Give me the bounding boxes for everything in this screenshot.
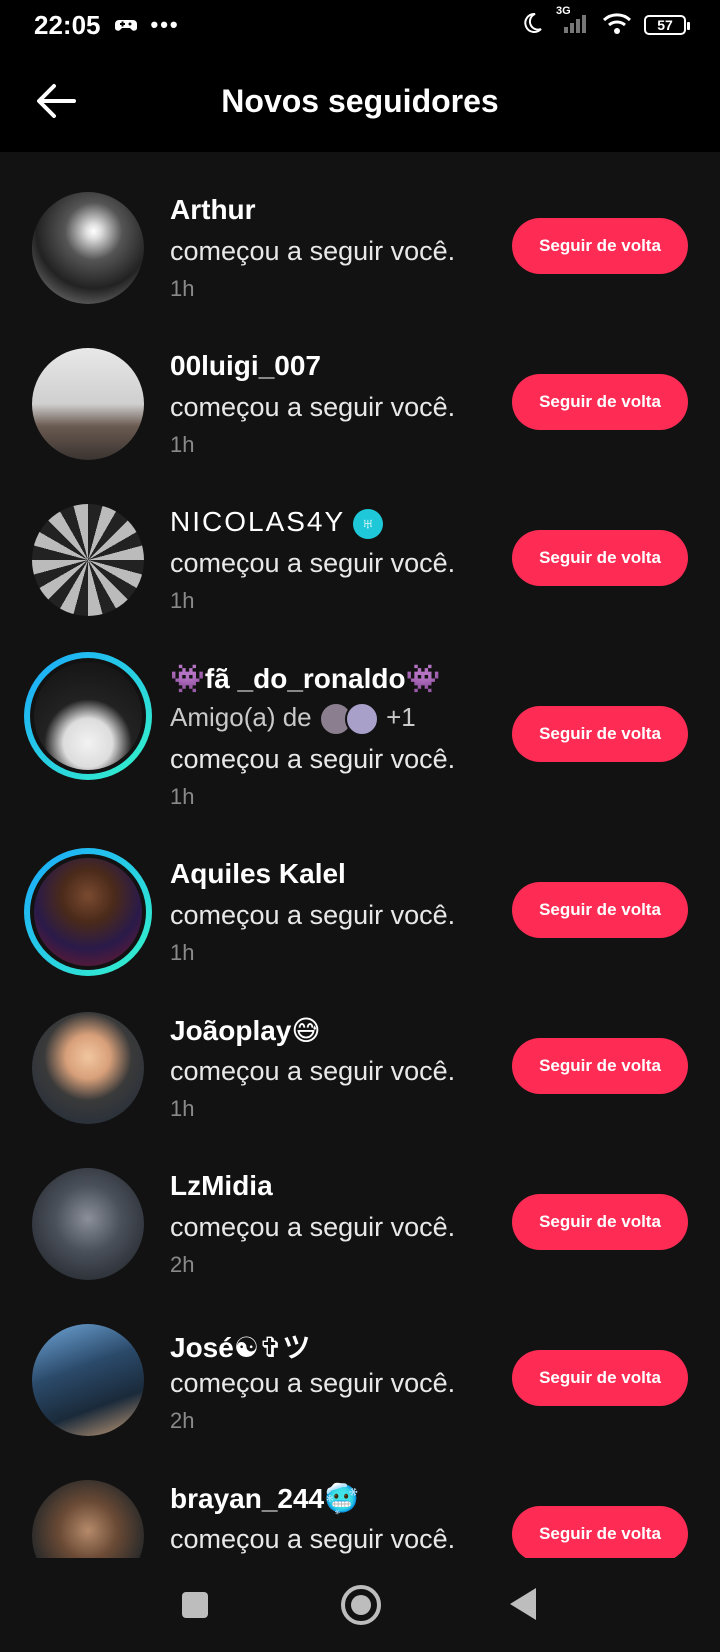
list-item[interactable]: 00luigi_007 começou a seguir você. 1h Se… xyxy=(0,308,720,464)
follow-back-button[interactable]: Seguir de volta xyxy=(512,1194,688,1250)
follow-action-text: começou a seguir você. xyxy=(170,392,456,422)
username[interactable]: NICOLAS4Y ♅ xyxy=(170,506,383,539)
list-item[interactable]: Joãoplay😅 começou a seguir você. 1h Segu… xyxy=(0,972,720,1128)
list-item[interactable]: Arthur começou a seguir você. 1h Seguir … xyxy=(0,152,720,308)
system-nav-bar xyxy=(0,1558,720,1652)
follow-back-button[interactable]: Seguir de volta xyxy=(512,706,688,762)
timestamp: 1h xyxy=(170,784,195,809)
follow-action-text: começou a seguir você. xyxy=(170,236,456,266)
timestamp: 1h xyxy=(170,432,195,457)
username[interactable]: Joãoplay😅 xyxy=(170,1014,321,1047)
follow-action-text: começou a seguir você. xyxy=(170,900,456,930)
username[interactable]: 00luigi_007 xyxy=(170,350,321,382)
cold-face-emoji-icon: 🥶 xyxy=(324,1483,359,1514)
timestamp: 2h xyxy=(170,1408,195,1433)
follow-action-text: começou a seguir você. xyxy=(170,1368,456,1398)
follow-action-text: começou a seguir você. xyxy=(170,744,456,774)
list-item[interactable]: NICOLAS4Y ♅ começou a seguir você. 1h Se… xyxy=(0,464,720,620)
username[interactable]: Aquiles Kalel xyxy=(170,858,346,890)
username[interactable]: Arthur xyxy=(170,194,256,226)
timestamp: 2h xyxy=(170,1252,195,1277)
follow-back-button[interactable]: Seguir de volta xyxy=(512,374,688,430)
follow-back-button[interactable]: Seguir de volta xyxy=(512,1038,688,1094)
follow-back-button[interactable]: Seguir de volta xyxy=(512,882,688,938)
page-title: Novos seguidores xyxy=(221,83,499,119)
signal-icon: 3G xyxy=(556,5,590,40)
alien-monster-icon: 👾 xyxy=(405,663,441,694)
username[interactable]: 👾fã _do_ronaldo👾 xyxy=(170,662,440,695)
list-item[interactable]: Aquiles Kalel começou a seguir você. 1h … xyxy=(0,816,720,976)
username-text: brayan_244 xyxy=(170,1483,325,1514)
grinning-sweat-emoji-icon: 😅 xyxy=(291,1015,321,1046)
username-text: Joãoplay xyxy=(170,1015,292,1046)
follow-back-button[interactable]: Seguir de volta xyxy=(512,530,688,586)
follow-action-text: começou a seguir você. xyxy=(170,1212,456,1242)
story-ring[interactable] xyxy=(24,652,152,780)
moon-icon xyxy=(520,11,544,40)
list-item[interactable]: José☯✞ツ começou a seguir você. 2h Seguir… xyxy=(0,1284,720,1440)
avatar[interactable] xyxy=(32,1012,144,1124)
username-text: NICOLAS4Y xyxy=(170,506,346,537)
avatar xyxy=(34,662,142,770)
story-ring[interactable] xyxy=(24,848,152,976)
mutual-friend-avatar xyxy=(344,702,379,737)
wifi-icon xyxy=(602,11,632,40)
avatar[interactable] xyxy=(32,348,144,460)
back-triangle-icon[interactable] xyxy=(508,1586,538,1627)
username-text: fã _do_ronaldo xyxy=(204,663,406,694)
username[interactable]: brayan_244🥶 xyxy=(170,1482,359,1515)
follow-back-button[interactable]: Seguir de volta xyxy=(512,1350,688,1406)
avatar xyxy=(34,858,142,966)
timestamp: 1h xyxy=(170,276,195,301)
mutual-friends-count: +1 xyxy=(386,702,416,732)
timestamp: 1h xyxy=(170,588,195,613)
avatar[interactable] xyxy=(32,192,144,304)
home-icon[interactable] xyxy=(340,1584,382,1631)
network-type: 3G xyxy=(556,4,571,17)
more-notifications-icon: ••• xyxy=(150,12,180,37)
followers-list[interactable]: Arthur começou a seguir você. 1h Seguir … xyxy=(0,152,720,1558)
battery-icon: 57 xyxy=(644,15,690,35)
status-bar: 22:05 ••• 3G 57 xyxy=(0,0,720,50)
mutual-friends[interactable]: Amigo(a) de +1 xyxy=(170,702,416,737)
follow-back-button[interactable]: Seguir de volta xyxy=(512,218,688,274)
list-item[interactable]: 👾fã _do_ronaldo👾 Amigo(a) de +1 começou … xyxy=(0,620,720,816)
timestamp: 1h xyxy=(170,940,195,965)
follow-action-text: começou a seguir você. xyxy=(170,1524,456,1554)
zodiac-emoji-icon: ♅ xyxy=(352,508,383,539)
game-controller-icon xyxy=(114,10,137,41)
username[interactable]: LzMidia xyxy=(170,1170,273,1202)
follow-action-text: começou a seguir você. xyxy=(170,1056,456,1086)
back-arrow-icon[interactable] xyxy=(34,81,78,121)
avatar[interactable] xyxy=(32,504,144,616)
recent-apps-icon[interactable] xyxy=(180,1590,210,1625)
avatar[interactable] xyxy=(32,1480,144,1558)
username[interactable]: José☯✞ツ xyxy=(170,1326,310,1366)
status-time: 22:05 xyxy=(34,9,101,40)
timestamp: 1h xyxy=(170,1096,195,1121)
list-item[interactable]: brayan_244🥶 começou a seguir você. Segui… xyxy=(0,1440,720,1558)
alien-monster-icon: 👾 xyxy=(170,663,205,694)
avatar[interactable] xyxy=(32,1168,144,1280)
battery-level: 57 xyxy=(657,17,673,33)
avatar[interactable] xyxy=(32,1324,144,1436)
follow-back-button[interactable]: Seguir de volta xyxy=(512,1506,688,1558)
list-item[interactable]: LzMidia começou a seguir você. 2h Seguir… xyxy=(0,1128,720,1284)
mutual-friends-label: Amigo(a) de xyxy=(170,702,312,732)
top-app-bar: Novos seguidores xyxy=(0,50,720,152)
follow-action-text: começou a seguir você. xyxy=(170,548,456,578)
